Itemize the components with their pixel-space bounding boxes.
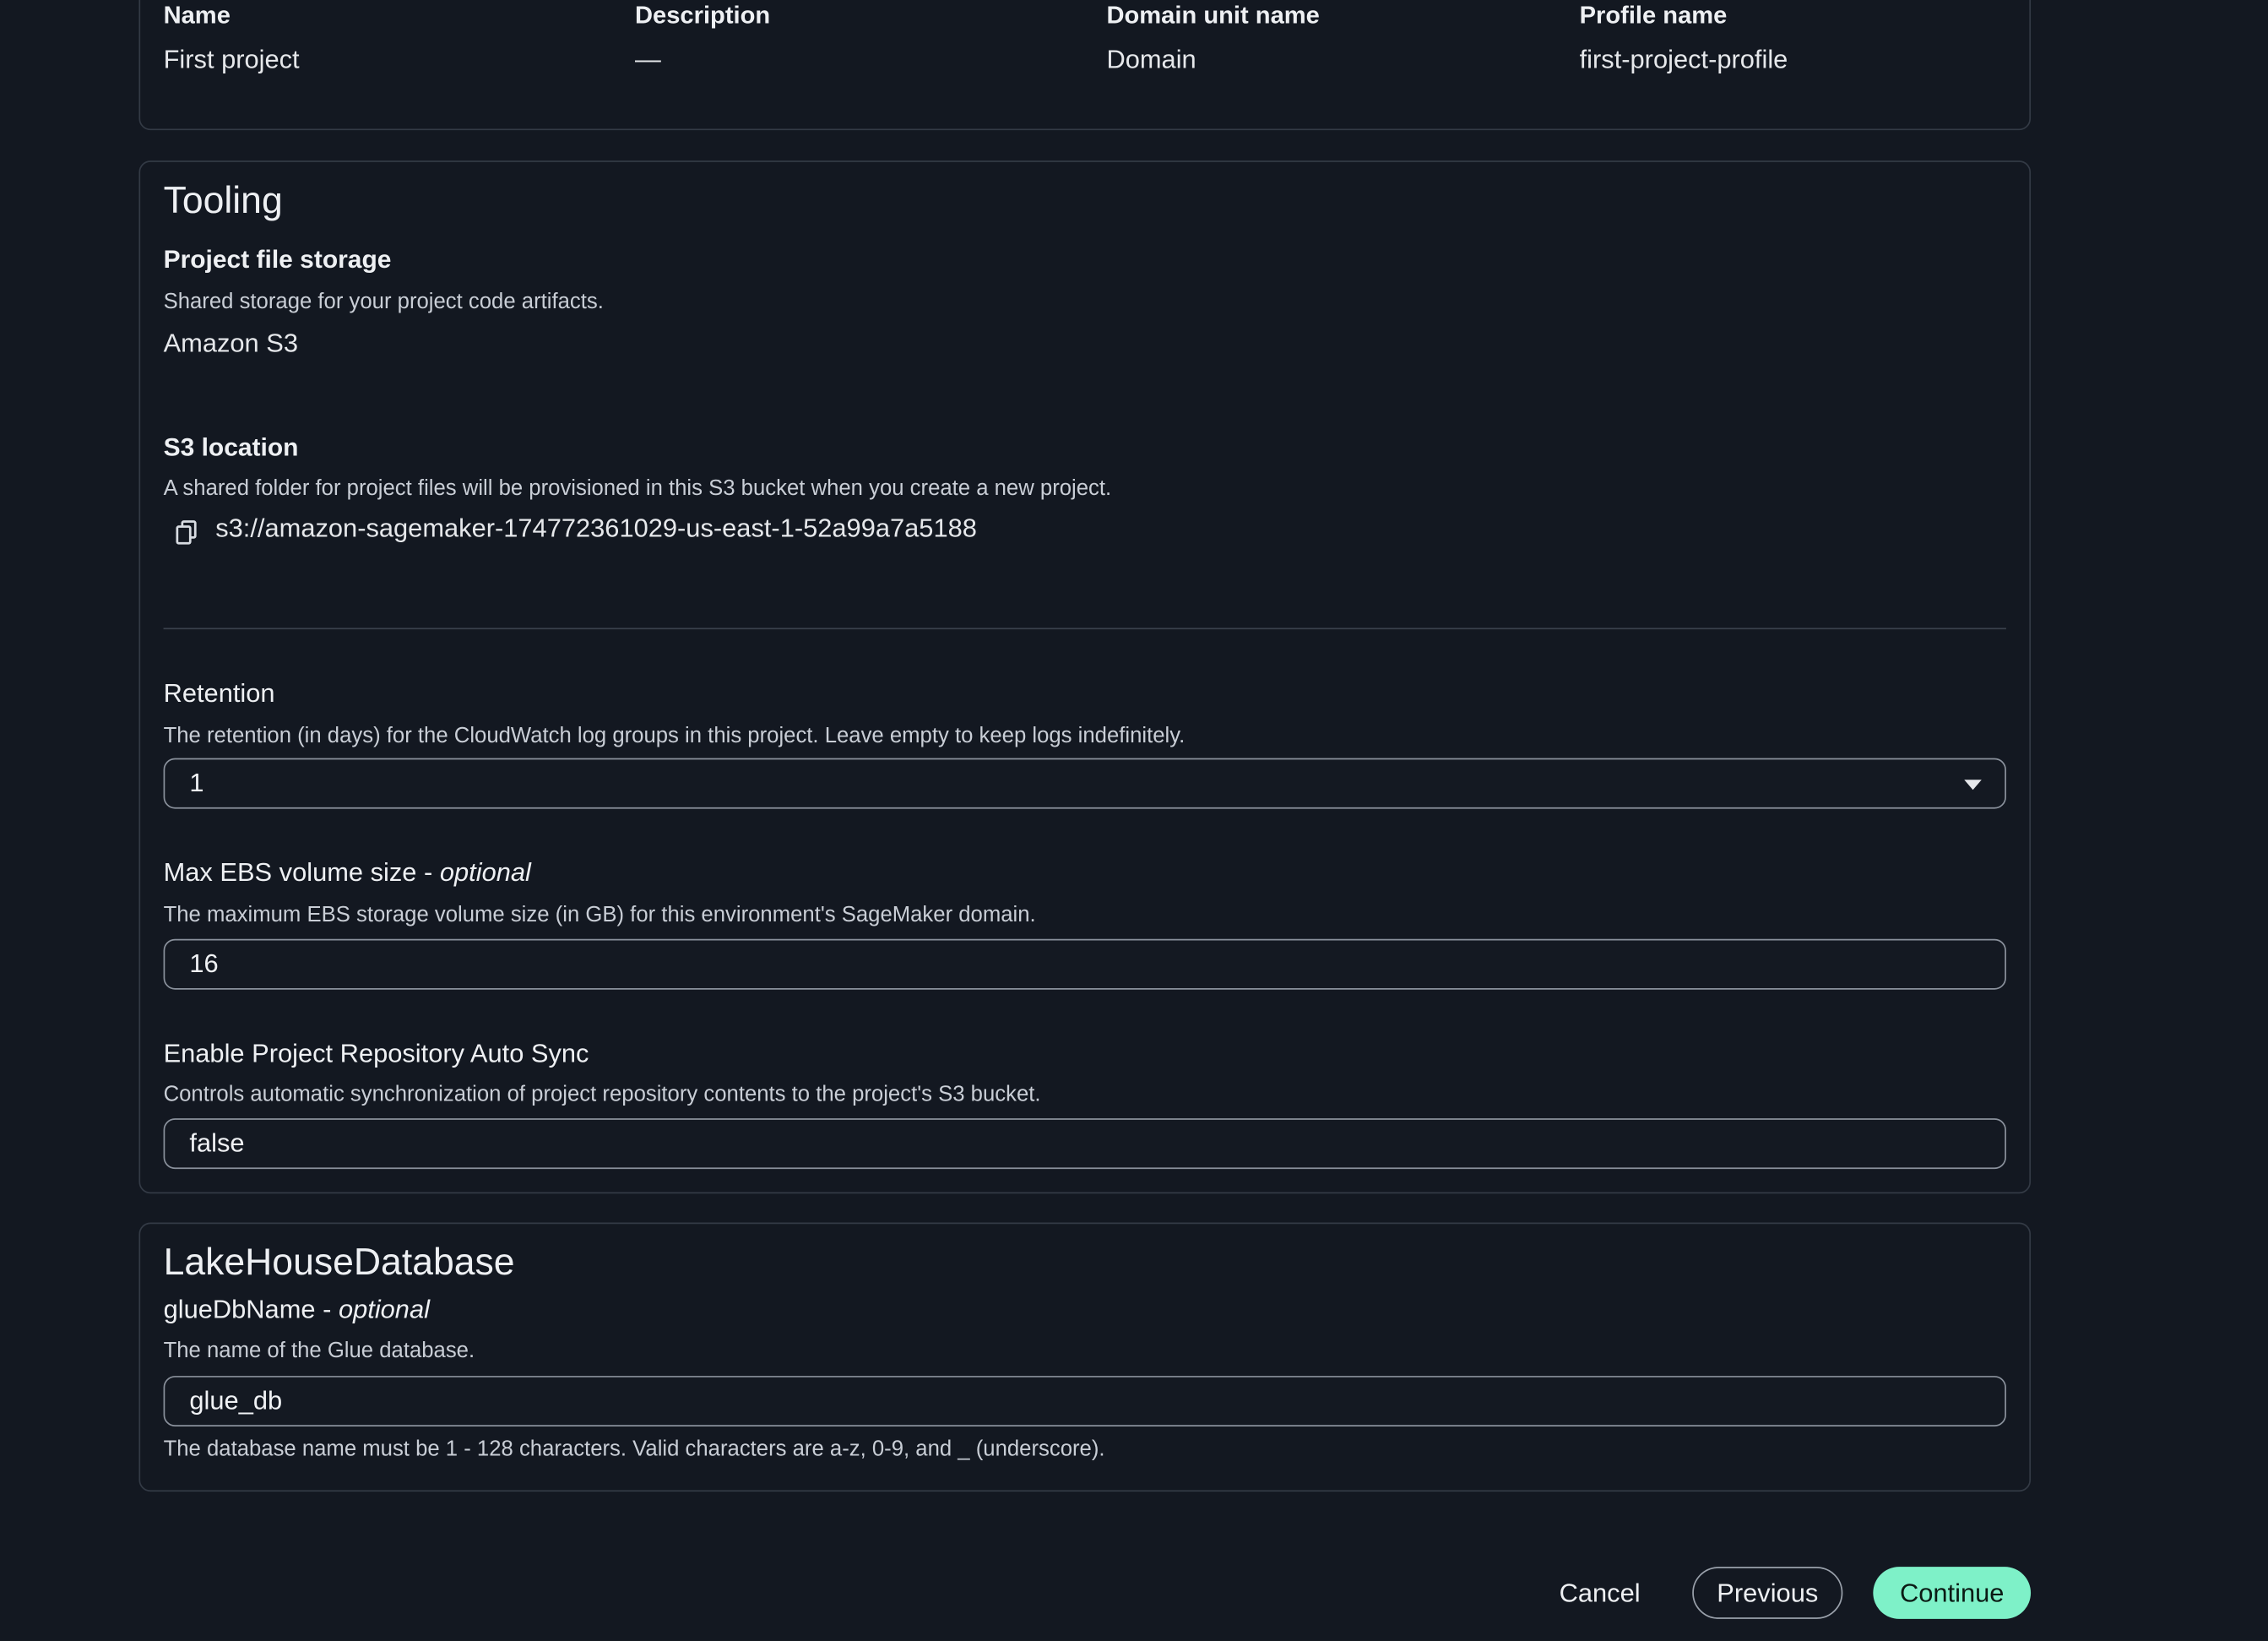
retention-selected-value: 1 [189, 768, 204, 797]
file-storage-label: Project file storage [163, 244, 392, 274]
auto-sync-input[interactable]: false [163, 1118, 2006, 1170]
caret-down-icon [1964, 780, 1982, 791]
summary-key: Domain unit name [1106, 1, 1320, 30]
previous-button[interactable]: Previous [1692, 1567, 1843, 1619]
summary-description: Description — [635, 2, 770, 75]
ebs-volume-value: 16 [189, 948, 219, 978]
lakehouse-panel: LakeHouseDatabase glueDbName - optional … [138, 1222, 2032, 1492]
summary-key: Name [163, 1, 231, 30]
glue-db-constraint: The database name must be 1 - 128 charac… [163, 1437, 1105, 1462]
summary-key: Profile name [1579, 1, 1728, 30]
ebs-volume-label-text: Max EBS volume size - [163, 857, 440, 888]
optional-tag: optional [338, 1295, 430, 1324]
cancel-button[interactable]: Cancel [1538, 1567, 1662, 1619]
glue-db-label-text: glueDbName - [163, 1295, 339, 1324]
summary-value: First project [163, 45, 300, 74]
tooling-panel: Tooling Project file storage Shared stor… [138, 160, 2032, 1194]
retention-select[interactable]: 1 [163, 758, 2006, 809]
ebs-volume-input[interactable]: 16 [163, 938, 2006, 990]
ebs-volume-description: The maximum EBS storage volume size (in … [163, 902, 1036, 928]
glue-db-input[interactable]: glue_db [163, 1376, 2006, 1427]
summary-domain-unit: Domain unit name Domain [1106, 2, 1319, 75]
tooling-title: Tooling [163, 177, 283, 222]
s3-location-label: S3 location [163, 432, 299, 462]
file-storage-value: Amazon S3 [163, 328, 298, 358]
s3-location-value: s3://amazon-sagemaker-174772361029-us-ea… [215, 513, 977, 543]
auto-sync-value: false [189, 1128, 245, 1158]
summary-key: Description [635, 1, 771, 30]
lakehouse-title: LakeHouseDatabase [163, 1240, 515, 1284]
s3-location-description: A shared folder for project files will b… [163, 475, 1112, 501]
section-divider [163, 628, 2006, 630]
auto-sync-description: Controls automatic synchronization of pr… [163, 1082, 1041, 1107]
optional-tag: optional [439, 857, 531, 888]
project-summary-panel: Name First project Description — Domain … [138, 0, 2032, 131]
retention-label: Retention [163, 678, 275, 708]
page: Name First project Description — Domain … [0, 0, 2268, 1641]
retention-description: The retention (in days) for the CloudWat… [163, 723, 1186, 748]
continue-button[interactable]: Continue [1873, 1567, 2032, 1619]
auto-sync-label: Enable Project Repository Auto Sync [163, 1038, 589, 1068]
summary-value: Domain [1106, 45, 1196, 74]
glue-db-value: glue_db [189, 1386, 283, 1415]
file-storage-description: Shared storage for your project code art… [163, 289, 604, 314]
summary-name: Name First project [164, 2, 300, 75]
summary-profile-name: Profile name first-project-profile [1580, 2, 1788, 75]
summary-value: — [635, 45, 661, 74]
copy-icon[interactable] [175, 519, 198, 546]
summary-value: first-project-profile [1579, 45, 1788, 74]
ebs-volume-label: Max EBS volume size - optional [164, 858, 531, 888]
glue-db-description: The name of the Glue database. [163, 1338, 475, 1363]
glue-db-label: glueDbName - optional [164, 1295, 430, 1325]
